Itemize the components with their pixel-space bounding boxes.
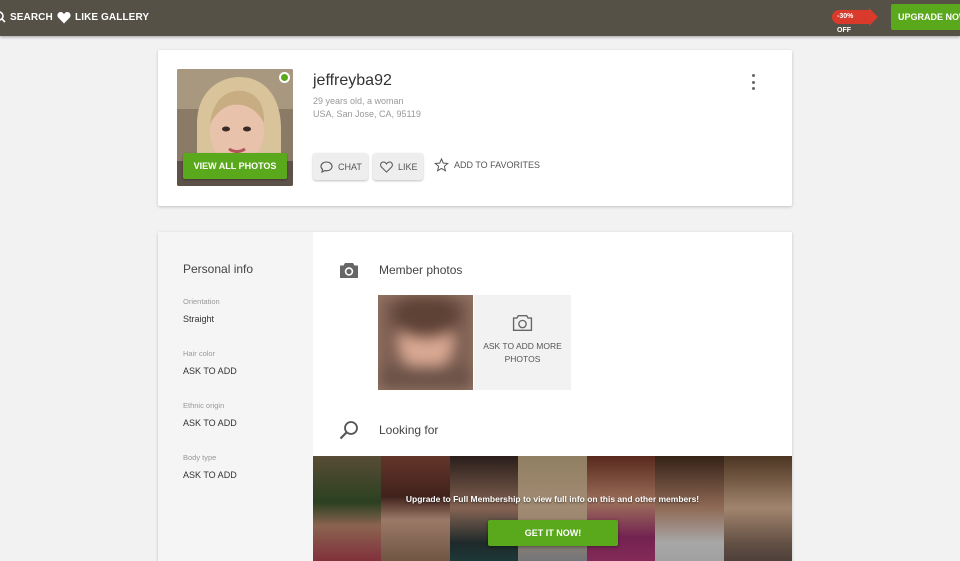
heart-outline-icon	[380, 161, 393, 173]
discount-arrow-icon	[869, 7, 878, 26]
chat-button[interactable]: CHAT	[313, 153, 368, 180]
profile-details-panel: Personal info Orientation Straight Hair …	[158, 232, 792, 561]
upgrade-promo-text: Upgrade to Full Membership to view full …	[405, 494, 700, 504]
nav-like-gallery-label: LIKE GALLERY	[75, 11, 150, 23]
get-it-now-button[interactable]: GET IT NOW!	[488, 520, 618, 546]
blurred-photo	[378, 295, 473, 390]
ethnic-origin-label: Ethnic origin	[183, 401, 225, 410]
personal-info-title: Personal info	[183, 262, 254, 276]
star-outline-icon	[434, 158, 449, 172]
member-photos-title: Member photos	[379, 263, 463, 277]
upgrade-now-button[interactable]: UPGRADE NOW	[891, 4, 960, 30]
view-all-photos-button[interactable]: VIEW ALL PHOTOS	[183, 153, 287, 179]
body-type-ask-link[interactable]: ASK TO ADD	[183, 470, 237, 480]
camera-outline-icon	[512, 314, 533, 332]
orientation-label: Orientation	[183, 297, 220, 306]
search-icon	[339, 421, 358, 440]
hair-color-ask-link[interactable]: ASK TO ADD	[183, 366, 237, 376]
personal-info-sidebar: Personal info Orientation Straight Hair …	[158, 232, 313, 561]
nav-search-link[interactable]: SEARCH	[0, 0, 53, 34]
nav-like-gallery-link[interactable]: LIKE GALLERY	[57, 0, 149, 34]
ask-to-add-photos-label: ASK TO ADD MORE PHOTOS	[483, 341, 562, 364]
looking-for-title: Looking for	[379, 423, 439, 437]
profile-username: jeffreyba92	[313, 72, 392, 89]
discount-label: -30% OFF	[832, 9, 870, 34]
body-type-label: Body type	[183, 453, 217, 462]
top-navigation-bar: SEARCH LIKE GALLERY -30% OFF UPGRADE NOW	[0, 0, 960, 36]
heart-icon	[57, 11, 71, 23]
member-photo-thumbnail[interactable]	[378, 295, 473, 390]
profile-location: USA, San Jose, CA, 95119	[313, 109, 421, 119]
search-icon	[0, 11, 6, 23]
ask-to-add-photos-button[interactable]: ASK TO ADD MORE PHOTOS	[474, 295, 571, 390]
ethnic-origin-ask-link[interactable]: ASK TO ADD	[183, 418, 237, 428]
online-status-indicator	[279, 72, 290, 83]
camera-icon	[340, 263, 358, 278]
chat-bubble-icon	[320, 160, 333, 173]
chat-button-label: CHAT	[338, 161, 362, 172]
upgrade-promo-banner: Upgrade to Full Membership to view full …	[313, 456, 792, 561]
profile-card: VIEW ALL PHOTOS jeffreyba92 29 years old…	[158, 50, 792, 206]
profile-age-gender: 29 years old, a woman	[313, 96, 404, 106]
add-to-favorites-button[interactable]: ADD TO FAVORITES	[434, 158, 540, 172]
add-to-favorites-label: ADD TO FAVORITES	[454, 160, 541, 170]
like-button[interactable]: LIKE	[373, 153, 423, 180]
discount-badge: -30% OFF	[832, 7, 878, 34]
orientation-value: Straight	[183, 314, 215, 324]
more-options-icon[interactable]	[749, 74, 757, 90]
nav-search-label: SEARCH	[10, 11, 53, 23]
like-button-label: LIKE	[398, 161, 418, 172]
hair-color-label: Hair color	[183, 349, 216, 358]
